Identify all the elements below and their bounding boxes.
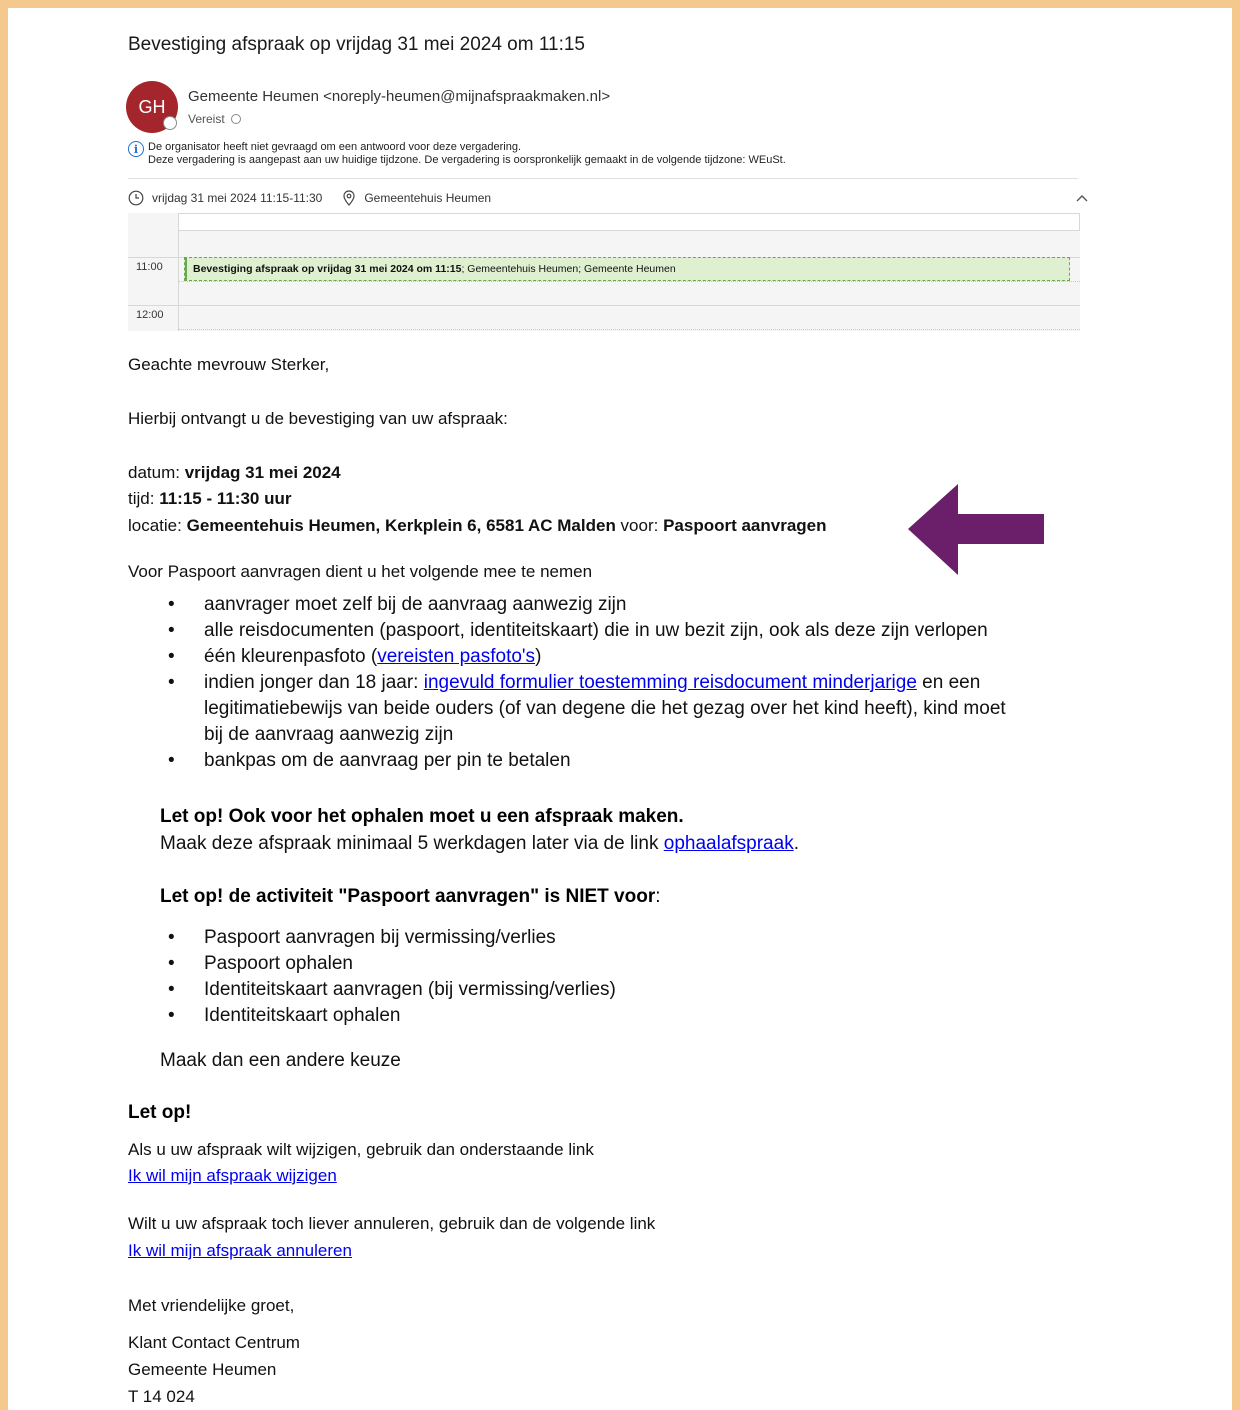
note-pickup-text: Maak deze afspraak minimaal 5 werkdagen … [160, 833, 799, 855]
list-item: Identiteitskaart ophalen [168, 1003, 616, 1029]
change-text: Als u uw afspraak wilt wijzigen, gebruik… [128, 1140, 594, 1159]
note-title-text: Let op! de activiteit "Paspoort aanvrage… [160, 886, 656, 907]
calendar-half-hour-line [178, 281, 1080, 282]
sender-address[interactable]: Gemeente Heumen <noreply-heumen@mijnafsp… [188, 88, 610, 105]
cancel-text: Wilt u uw afspraak toch liever annuleren… [128, 1214, 656, 1233]
bring-intro: Voor Paspoort aanvragen dient u het volg… [128, 562, 593, 581]
list-item: alle reisdocumenten (paspoort, identitei… [168, 618, 1006, 644]
divider [128, 178, 1078, 179]
list-text: bij de aanvraag aanwezig zijn [204, 724, 454, 745]
regards: Met vriendelijke groet, [128, 1296, 295, 1315]
presence-status-icon [163, 116, 177, 130]
time-label: tijd: [128, 489, 160, 508]
meeting-meta: vrijdag 31 mei 2024 11:15-11:30 Gemeente… [128, 188, 491, 208]
other-choice-text: Maak dan een andere keuze [160, 1050, 401, 1071]
list-text: ) [535, 646, 542, 667]
list-text: één kleurenpasfoto ( [204, 646, 378, 667]
info-line-1: De organisator heeft niet gevraagd om ee… [148, 141, 522, 153]
calendar-event[interactable]: Bevestiging afspraak op vrijdag 31 mei 2… [184, 257, 1070, 281]
response-status-icon [230, 114, 241, 124]
required-label: Vereist [188, 112, 225, 126]
location-pin-icon [343, 190, 355, 206]
list-item: Paspoort ophalen [168, 951, 616, 977]
greeting: Geachte mevrouw Sterker, [128, 355, 330, 374]
location-value: Gemeentehuis Heumen, Kerkplein 6, 6581 A… [186, 516, 616, 535]
chevron-up-icon[interactable] [1074, 190, 1090, 206]
appointment-time: tijd: 11:15 - 11:30 uur [128, 489, 292, 509]
list-text: legitimatiebewijs van beide ouders (of v… [204, 698, 1006, 719]
calendar-preview: 11:00 12:00 Bevestiging afspraak op vrij… [128, 213, 1080, 331]
list-item: aanvrager moet zelf bij de aanvraag aanw… [168, 592, 1006, 618]
list-item: Identiteitskaart aanvragen (bij vermissi… [168, 977, 616, 1003]
signature-line-3: T 14 024 [128, 1387, 195, 1406]
time-value: 11:15 - 11:30 uur [159, 489, 292, 508]
meeting-where: Gemeentehuis Heumen [364, 191, 492, 205]
list-item: indien jonger dan 18 jaar: ingevuld form… [168, 670, 1006, 748]
cancel-appointment-link[interactable]: Ik wil mijn afspraak annuleren [128, 1241, 352, 1261]
appointment-date: datum: vrijdag 31 mei 2024 [128, 463, 341, 483]
minor-consent-form-link[interactable]: ingevuld formulier toestemming reisdocum… [424, 672, 917, 693]
event-title: Bevestiging afspraak op vrijdag 31 mei 2… [193, 263, 462, 275]
appointment-location: locatie: Gemeentehuis Heumen, Kerkplein … [128, 516, 827, 536]
clock-icon [128, 190, 144, 206]
calendar-allday-row [178, 213, 1080, 231]
intro-text: Hierbij ontvangt u de bevestiging van uw… [128, 409, 508, 428]
list-item: bankpas om de aanvraag per pin te betale… [168, 748, 1006, 774]
avatar-initials: GH [138, 96, 166, 117]
pickup-appointment-link[interactable]: ophaalafspraak [664, 833, 794, 854]
purple-arrow-annotation [908, 484, 1044, 575]
note-pickup-title: Let op! Ook voor het ophalen moet u een … [160, 806, 684, 827]
event-details: ; Gemeentehuis Heumen; Gemeente Heumen [461, 263, 676, 275]
signature-line-1: Klant Contact Centrum [128, 1333, 300, 1352]
calendar-hour-line [128, 305, 1080, 306]
date-value: vrijdag 31 mei 2024 [184, 463, 341, 482]
meeting-when: vrijdag 31 mei 2024 11:15-11:30 [152, 191, 323, 205]
meeting-info: De organisator heeft niet gevraagd om ee… [148, 141, 786, 167]
photo-requirements-link[interactable]: vereisten pasfoto's [377, 646, 535, 667]
info-icon: i [128, 141, 144, 157]
list-item: één kleurenpasfoto (vereisten pasfoto's) [168, 644, 1006, 670]
email-frame: Bevestiging afspraak op vrijdag 31 mei 2… [0, 0, 1240, 1410]
signature-line-2: Gemeente Heumen [128, 1360, 277, 1379]
required-attendee: Vereist [188, 112, 241, 126]
attention-heading: Let op! [128, 1102, 192, 1123]
not-for-list: Paspoort aanvragen bij vermissing/verlie… [168, 925, 616, 1029]
note-title-colon: : [655, 886, 661, 907]
list-item: Paspoort aanvragen bij vermissing/verlie… [168, 925, 616, 951]
date-label: datum: [128, 463, 185, 482]
info-line-2: Deze vergadering is aangepast aan uw hui… [148, 154, 786, 166]
note-text: . [793, 833, 799, 854]
event-status-bar [185, 258, 187, 280]
change-appointment-link[interactable]: Ik wil mijn afspraak wijzigen [128, 1166, 337, 1186]
calendar-half-hour-line [178, 329, 1080, 330]
calendar-time-12: 12:00 [136, 309, 164, 321]
for-label: voor: [615, 516, 664, 535]
bring-list: aanvrager moet zelf bij de aanvraag aanw… [168, 592, 1006, 774]
calendar-time-11: 11:00 [136, 261, 163, 273]
email-subject: Bevestiging afspraak op vrijdag 31 mei 2… [128, 34, 585, 55]
list-text: en een [916, 672, 981, 693]
note-text: Maak deze afspraak minimaal 5 werkdagen … [160, 833, 664, 854]
note-not-for-title: Let op! de activiteit "Paspoort aanvrage… [160, 886, 661, 908]
location-label: locatie: [128, 516, 187, 535]
for-value: Paspoort aanvragen [663, 516, 827, 535]
list-text: indien jonger dan 18 jaar: [204, 672, 424, 693]
